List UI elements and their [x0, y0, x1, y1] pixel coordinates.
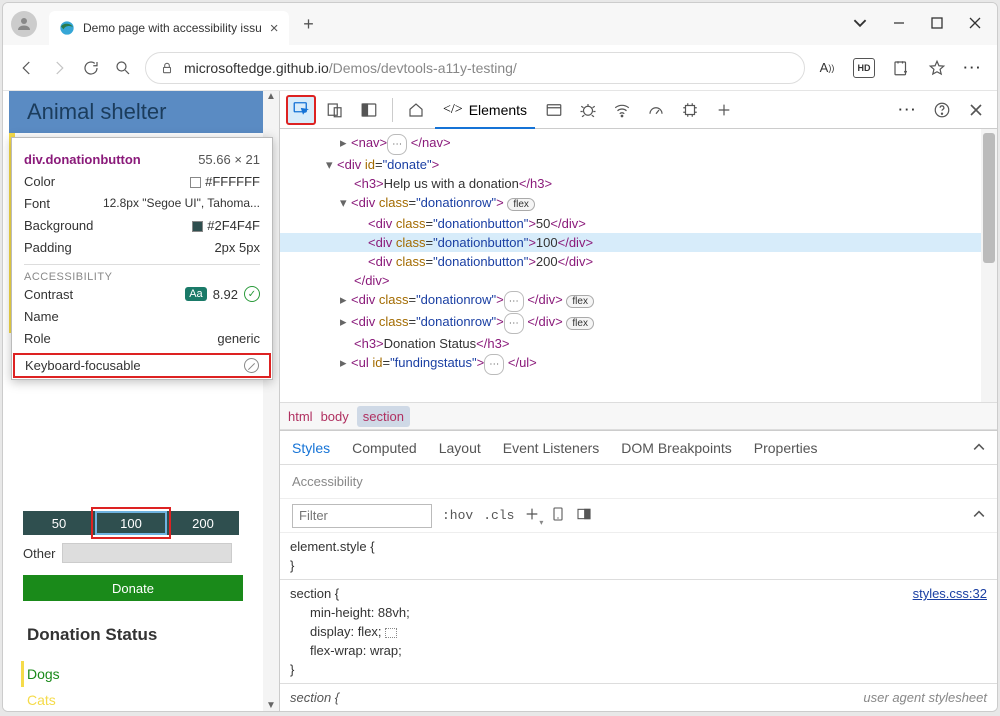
collections-icon[interactable]: [891, 58, 911, 78]
help-icon[interactable]: [927, 95, 957, 125]
elements-tab[interactable]: </>Elements: [435, 93, 535, 129]
page-title: Animal shelter: [27, 99, 166, 125]
device-emulation-button[interactable]: [320, 95, 350, 125]
filter-input[interactable]: [292, 504, 432, 528]
other-input[interactable]: [62, 543, 232, 563]
add-rule-icon[interactable]: ▾: [524, 506, 540, 525]
donation-status-title: Donation Status: [27, 625, 157, 645]
bug-icon[interactable]: [573, 95, 603, 125]
devtools-toolbar: </>Elements ···: [280, 91, 997, 129]
new-tab-button[interactable]: +: [295, 10, 323, 38]
more-tools-icon[interactable]: ···: [893, 95, 923, 125]
refresh-button[interactable]: [81, 59, 101, 77]
device-icon[interactable]: [550, 506, 566, 525]
maximize-button[interactable]: [931, 16, 943, 32]
hov-toggle[interactable]: :hov: [442, 508, 473, 523]
styles-panel: Styles Computed Layout Event Listeners D…: [280, 430, 997, 711]
titlebar: Demo page with accessibility issu × +: [3, 3, 997, 45]
read-aloud-icon[interactable]: A)): [817, 58, 837, 78]
close-devtools-button[interactable]: [961, 95, 991, 125]
status-list: Dogs Cats Farm Animals Small Pets Others: [27, 661, 113, 711]
cls-toggle[interactable]: .cls: [483, 508, 514, 523]
source-link[interactable]: styles.css:32: [913, 584, 987, 603]
panel-toggle-icon[interactable]: [576, 506, 592, 525]
keyboard-focusable-row: Keyboard-focusable: [13, 353, 271, 378]
page-content: Animal shelter div.donationbutton55.66 ×…: [3, 91, 279, 711]
url-text: microsoftedge.github.io/Demos/devtools-a…: [184, 60, 517, 76]
lock-icon: [160, 61, 174, 75]
inspect-element-button[interactable]: [286, 95, 316, 125]
browser-tab[interactable]: Demo page with accessibility issu ×: [49, 11, 289, 45]
styles-tab[interactable]: Styles: [292, 440, 330, 456]
add-tab-button[interactable]: [709, 95, 739, 125]
chevron-down-icon[interactable]: [853, 16, 867, 33]
not-focusable-icon: [244, 358, 259, 373]
favorite-icon[interactable]: [927, 58, 947, 78]
network-icon[interactable]: [607, 95, 637, 125]
chevron-up-icon[interactable]: [973, 440, 985, 456]
dom-breakpoints-tab[interactable]: DOM Breakpoints: [621, 440, 731, 456]
donation-button-200[interactable]: 200: [167, 511, 239, 535]
tab-close-icon[interactable]: ×: [270, 20, 279, 37]
dom-scrollbar[interactable]: [981, 129, 997, 402]
memory-icon[interactable]: [675, 95, 705, 125]
address-bar[interactable]: microsoftedge.github.io/Demos/devtools-a…: [145, 52, 805, 84]
dock-button[interactable]: [354, 95, 384, 125]
contrast-badge: Aa: [185, 287, 206, 301]
minimize-button[interactable]: [893, 16, 905, 32]
hd-icon[interactable]: HD: [853, 58, 875, 78]
donation-button-50[interactable]: 50: [23, 511, 95, 535]
performance-icon[interactable]: [641, 95, 671, 125]
computed-tab[interactable]: Computed: [352, 440, 417, 456]
other-label: Other: [23, 546, 56, 561]
donate-button[interactable]: Donate: [23, 575, 243, 601]
devtools: </>Elements ··· ▸<nav>⋯ </nav> ▾<div id=…: [279, 91, 997, 711]
accessibility-tab[interactable]: Accessibility: [292, 474, 363, 489]
donation-button-100[interactable]: 100: [95, 511, 167, 535]
inspector-tooltip: div.donationbutton55.66 × 21 Color#FFFFF…: [11, 137, 273, 380]
dom-breadcrumbs[interactable]: html body section: [280, 402, 997, 430]
dom-tree[interactable]: ▸<nav>⋯ </nav> ▾<div id="donate"> <h3>He…: [280, 129, 981, 402]
layout-tab[interactable]: Layout: [439, 440, 481, 456]
properties-tab[interactable]: Properties: [754, 440, 818, 456]
profile-avatar[interactable]: [11, 11, 37, 37]
donation-buttons: 50 100 200: [23, 511, 239, 535]
flex-editor-icon[interactable]: [385, 628, 397, 638]
tab-title: Demo page with accessibility issu: [83, 21, 262, 35]
search-icon[interactable]: [113, 59, 133, 77]
more-icon[interactable]: ···: [963, 58, 983, 78]
close-window-button[interactable]: [969, 16, 981, 32]
event-listeners-tab[interactable]: Event Listeners: [503, 440, 600, 456]
edge-icon: [59, 20, 75, 36]
chevron-up-icon[interactable]: [973, 508, 985, 523]
check-icon: ✓: [244, 286, 260, 302]
welcome-tab-icon[interactable]: [401, 95, 431, 125]
forward-button: [49, 59, 69, 77]
urlbar: microsoftedge.github.io/Demos/devtools-a…: [3, 45, 997, 91]
app-tab-icon[interactable]: [539, 95, 569, 125]
back-button[interactable]: [17, 59, 37, 77]
